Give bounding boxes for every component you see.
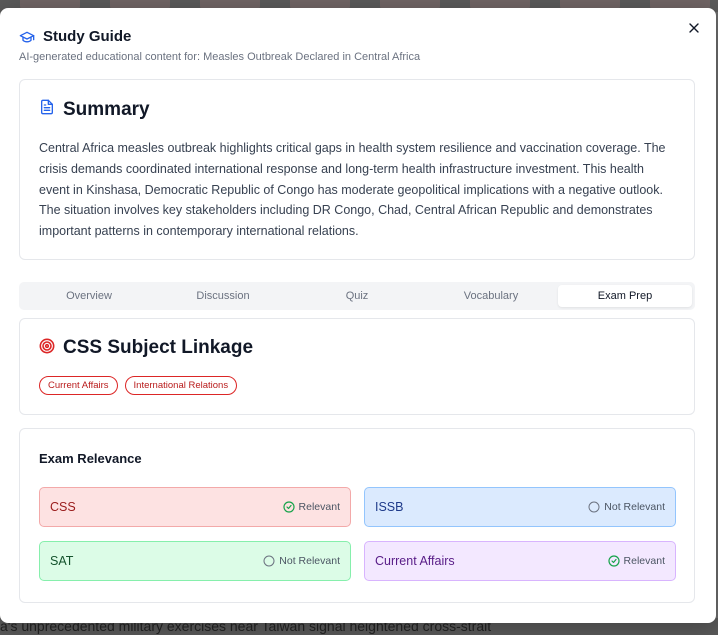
study-guide-modal: Study Guide AI-generated educational con…	[0, 8, 716, 623]
subject-tags: Current Affairs International Relations	[39, 376, 675, 395]
exam-name: Current Affairs	[375, 554, 455, 568]
exam-status-label: Not Relevant	[279, 555, 340, 567]
summary-heading: Summary	[63, 98, 150, 120]
tab-overview[interactable]: Overview	[22, 285, 156, 307]
summary-text: Central Africa measles outbreak highligh…	[39, 141, 666, 239]
check-circle-icon	[607, 555, 620, 567]
document-icon	[39, 98, 55, 121]
tab-vocabulary[interactable]: Vocabulary	[424, 285, 558, 307]
graduation-cap-icon	[19, 29, 35, 45]
empty-circle-icon	[588, 501, 600, 513]
exam-item-issb: ISSB Not Relevant	[364, 487, 676, 527]
modal-header: Study Guide AI-generated educational con…	[19, 28, 697, 63]
close-icon	[689, 23, 699, 33]
linkage-heading: CSS Subject Linkage	[63, 337, 254, 358]
close-button[interactable]	[686, 20, 702, 36]
exam-status: Relevant	[282, 501, 340, 513]
target-icon	[39, 338, 55, 359]
exam-name: ISSB	[375, 500, 404, 514]
exam-status: Not Relevant	[263, 555, 340, 567]
exam-status: Not Relevant	[588, 501, 665, 513]
exam-relevance-grid: CSS Relevant ISSB Not Relevant SAT Not R…	[39, 487, 676, 581]
exam-status: Relevant	[607, 555, 665, 567]
subject-tag: International Relations	[124, 376, 238, 395]
summary-card: Summary Central Africa measles outbreak …	[19, 79, 695, 260]
check-circle-icon	[282, 501, 295, 513]
exam-relevance-heading: Exam Relevance	[39, 451, 142, 466]
exam-item-sat: SAT Not Relevant	[39, 541, 351, 581]
subject-tag: Current Affairs	[39, 376, 118, 395]
empty-circle-icon	[263, 555, 275, 567]
exam-status-label: Relevant	[298, 501, 340, 513]
exam-relevance-card: Exam Relevance CSS Relevant ISSB Not Rel…	[19, 428, 695, 603]
exam-item-css: CSS Relevant	[39, 487, 351, 527]
tab-exam-prep[interactable]: Exam Prep	[558, 285, 692, 307]
exam-status-label: Relevant	[623, 555, 665, 567]
exam-item-current-affairs: Current Affairs Relevant	[364, 541, 676, 581]
modal-subtitle: AI-generated educational content for: Me…	[19, 51, 421, 63]
tab-quiz[interactable]: Quiz	[290, 285, 424, 307]
subject-linkage-card: CSS Subject Linkage Current Affairs Inte…	[19, 318, 695, 415]
tab-discussion[interactable]: Discussion	[156, 285, 290, 307]
modal-title: Study Guide	[43, 28, 132, 45]
exam-status-label: Not Relevant	[604, 501, 665, 513]
exam-name: SAT	[50, 554, 74, 568]
tab-bar: Overview Discussion Quiz Vocabulary Exam…	[19, 282, 695, 310]
exam-name: CSS	[50, 500, 76, 514]
